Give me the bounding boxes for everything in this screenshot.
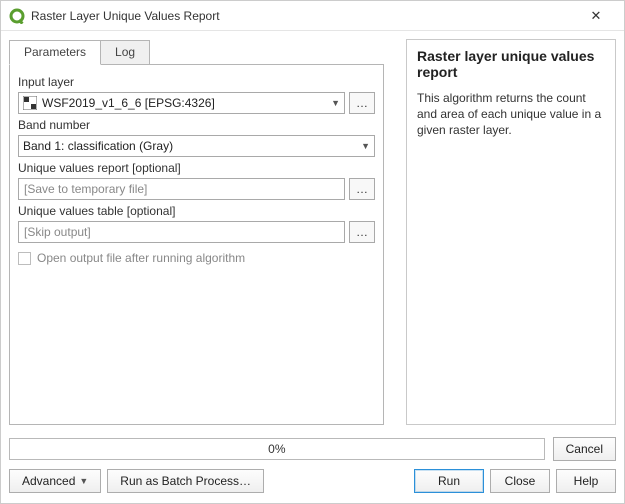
band-number-label: Band number	[18, 118, 375, 132]
table-output-browse-button[interactable]: …	[349, 221, 375, 243]
tab-parameters[interactable]: Parameters	[9, 40, 101, 65]
table-output-input[interactable]: [Skip output]	[18, 221, 345, 243]
report-output-placeholder: [Save to temporary file]	[24, 182, 147, 196]
close-icon[interactable]: ✕	[576, 8, 616, 24]
bottom-bar: 0% Cancel Advanced ▼ Run as Batch Proces…	[1, 433, 624, 503]
progress-bar: 0%	[9, 438, 545, 460]
close-button[interactable]: Close	[490, 469, 550, 493]
table-output-placeholder: [Skip output]	[24, 225, 91, 239]
report-output-label: Unique values report [optional]	[18, 161, 375, 175]
report-output-browse-button[interactable]: …	[349, 178, 375, 200]
run-button[interactable]: Run	[414, 469, 484, 493]
app-icon	[9, 8, 25, 24]
progress-text: 0%	[268, 442, 285, 456]
raster-layer-icon	[23, 96, 37, 110]
help-panel: Raster layer unique values report This a…	[406, 39, 616, 425]
input-layer-label: Input layer	[18, 75, 375, 89]
left-panel: Parameters Log Input layer WSF2019_v1_6_…	[9, 39, 384, 425]
input-layer-combo[interactable]: WSF2019_v1_6_6 [EPSG:4326] ▼	[18, 92, 345, 114]
report-output-input[interactable]: [Save to temporary file]	[18, 178, 345, 200]
input-layer-browse-button[interactable]: …	[349, 92, 375, 114]
content-area: Parameters Log Input layer WSF2019_v1_6_…	[1, 31, 624, 433]
band-number-combo[interactable]: Band 1: classification (Gray) ▼	[18, 135, 375, 157]
open-output-row: Open output file after running algorithm	[18, 251, 375, 265]
tab-log[interactable]: Log	[100, 40, 150, 65]
dialog-window: Raster Layer Unique Values Report ✕ Para…	[0, 0, 625, 504]
open-output-checkbox[interactable]	[18, 252, 31, 265]
input-layer-value: WSF2019_v1_6_6 [EPSG:4326]	[42, 96, 215, 110]
chevron-down-icon: ▼	[79, 476, 88, 486]
table-output-label: Unique values table [optional]	[18, 204, 375, 218]
chevron-down-icon: ▼	[331, 98, 340, 108]
help-body: This algorithm returns the count and are…	[417, 90, 605, 139]
parameters-pane: Input layer WSF2019_v1_6_6 [EPSG:4326] ▼…	[9, 64, 384, 425]
advanced-label: Advanced	[22, 474, 75, 488]
help-title: Raster layer unique values report	[417, 48, 605, 80]
chevron-down-icon: ▼	[361, 141, 370, 151]
title-bar: Raster Layer Unique Values Report ✕	[1, 1, 624, 31]
run-batch-button[interactable]: Run as Batch Process…	[107, 469, 264, 493]
help-button[interactable]: Help	[556, 469, 616, 493]
cancel-button[interactable]: Cancel	[553, 437, 616, 461]
splitter-handle[interactable]	[394, 39, 396, 425]
open-output-label: Open output file after running algorithm	[37, 251, 245, 265]
tab-bar: Parameters Log	[9, 40, 384, 65]
advanced-button[interactable]: Advanced ▼	[9, 469, 101, 493]
window-title: Raster Layer Unique Values Report	[31, 9, 576, 23]
band-number-value: Band 1: classification (Gray)	[23, 139, 173, 153]
